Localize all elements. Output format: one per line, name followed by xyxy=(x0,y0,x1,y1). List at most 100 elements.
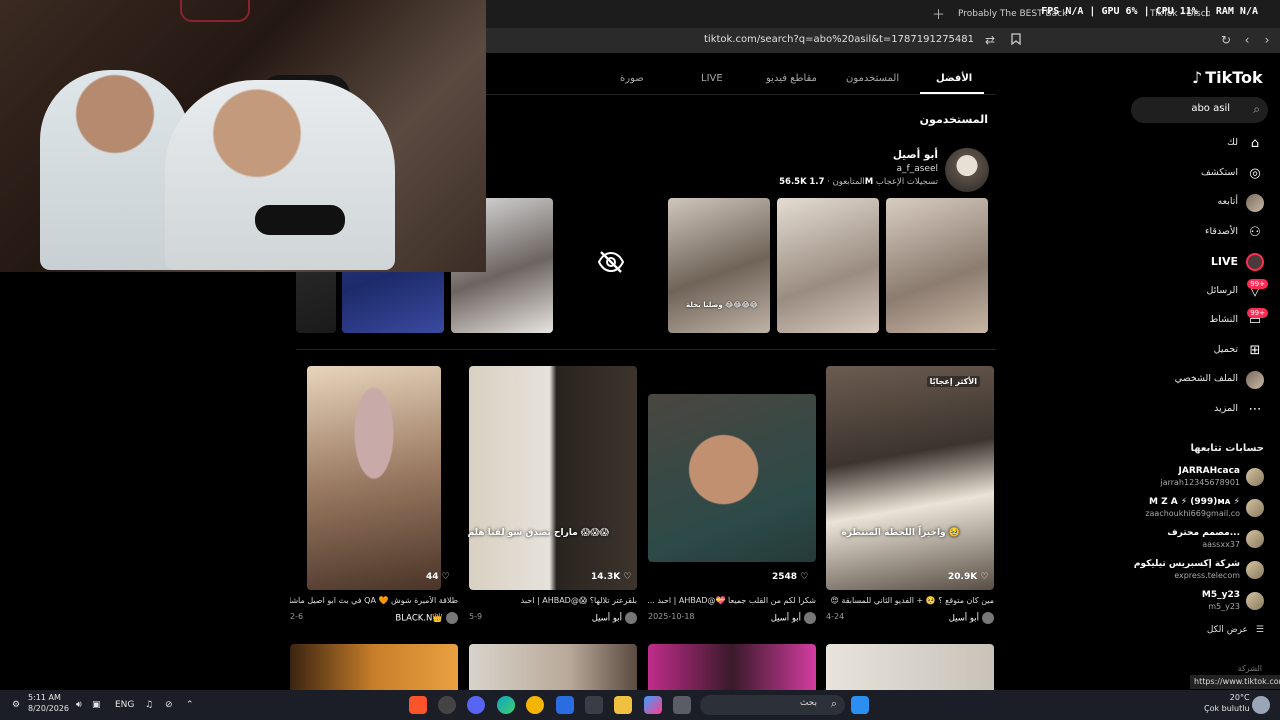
compass-icon: ◎ xyxy=(1249,165,1261,181)
volume-icon[interactable]: 🔊︎ xyxy=(76,696,82,714)
sidebar-item-live[interactable]: LIVE xyxy=(1140,248,1268,278)
video-thumbnail[interactable] xyxy=(469,366,637,590)
brave-icon[interactable] xyxy=(409,696,427,714)
video-thumbnail[interactable] xyxy=(648,644,816,690)
microphone xyxy=(255,205,345,235)
user-thumbnail[interactable] xyxy=(886,198,988,333)
video-thumbnail[interactable] xyxy=(469,644,637,690)
settings-icon[interactable]: ⚙ xyxy=(12,696,20,714)
search-box[interactable]: abo asil ⌕ xyxy=(1131,97,1268,123)
video-author[interactable]: BLACK.N👑 xyxy=(395,612,458,624)
sidebar-item-explore[interactable]: استكشف ◎ xyxy=(1140,160,1268,190)
url-field[interactable]: tiktok.com/search?q=abo%20asil&t=1787191… xyxy=(700,34,974,45)
clock[interactable]: 5:11 AM 8/20/2026 xyxy=(28,692,69,713)
upload-icon: ⊞ xyxy=(1249,342,1261,358)
file-explorer-icon[interactable] xyxy=(614,696,632,714)
see-all-link[interactable]: عرض الكل ☰ xyxy=(1207,625,1264,635)
following-account[interactable]: مصمم محترف... aassxx37 xyxy=(1130,525,1270,556)
mic-icon[interactable]: ♫ xyxy=(145,696,153,714)
sidebar-item-profile[interactable]: الملف الشخصي xyxy=(1140,366,1268,396)
video-thumbnail[interactable] xyxy=(826,644,994,690)
users-section-title: المستخدمون xyxy=(919,113,988,126)
reload-icon[interactable]: ↻ xyxy=(1219,33,1233,47)
sidebar-item-more[interactable]: المزيد ⋯ xyxy=(1140,396,1268,426)
video-author[interactable]: أبو أسيل xyxy=(771,612,816,624)
user-thumbnail[interactable] xyxy=(777,198,879,333)
tab-videos[interactable]: مقاطع فيديو xyxy=(766,73,817,84)
video-author[interactable]: أبو أسيل xyxy=(949,612,994,624)
sidebar-footer[interactable]: الشركة xyxy=(1238,664,1262,673)
wifi-off-icon[interactable]: ⊘ xyxy=(165,696,173,714)
search-icon: ⌕ xyxy=(830,697,837,710)
eye-off-icon[interactable] xyxy=(596,247,626,277)
back-icon[interactable]: ‹ xyxy=(1240,33,1254,47)
forward-icon[interactable]: › xyxy=(1260,33,1274,47)
tab-best[interactable]: الأفضل xyxy=(936,73,972,84)
following-account[interactable]: M5_y23 m5_y23 xyxy=(1130,587,1270,618)
video-meta: أبو أسيل 4-24 xyxy=(826,612,994,626)
steam-icon[interactable] xyxy=(438,696,456,714)
tabs-divider xyxy=(486,94,996,95)
taskbar-search[interactable]: بحث ⌕ xyxy=(700,695,845,715)
calculator-icon[interactable] xyxy=(585,696,603,714)
avatar xyxy=(1246,561,1264,579)
video-overlay-text: ماراح تصدق شو لقنا هلم 😱😱😱 xyxy=(467,528,609,538)
windows-start-icon[interactable] xyxy=(851,696,869,714)
following-accounts-title: حسابات تتابعها xyxy=(1190,443,1264,454)
video-description[interactable]: مين كان متوقع ؟ 🥺 + الفديو الثاني للمساب… xyxy=(826,596,994,605)
tab-users[interactable]: المستخدمون xyxy=(846,73,899,84)
network-icon[interactable]: ▣ xyxy=(92,696,101,714)
video-thumbnail[interactable] xyxy=(826,366,994,590)
like-count: 2548 ♡ xyxy=(772,572,809,582)
sidebar-item-messages[interactable]: الرسائل ▽ 99+ xyxy=(1140,278,1268,308)
user-avatar[interactable] xyxy=(945,148,989,192)
more-icon: ⋯ xyxy=(1248,401,1262,417)
site-settings-icon[interactable]: ⇄ xyxy=(983,33,997,47)
sidebar-item-friends[interactable]: الأصدقاء ⚇ xyxy=(1140,219,1268,249)
video-description[interactable]: طلاقة الأميرة شوش 🧡 QA في بث ابو اصيل ما… xyxy=(290,596,458,605)
video-description[interactable]: شكراً لكم من القلب جميعاً 💝@AHBAD | احبد… xyxy=(648,596,816,605)
following-account[interactable]: M Z A ⚡ (999)ᴍᴀ ⚡ zaachoukhi669gmail.co xyxy=(1130,494,1270,525)
sidebar-item-following[interactable]: أتابعه xyxy=(1140,189,1268,219)
user-name[interactable]: أبو أصيل xyxy=(893,149,938,161)
search-icon[interactable]: ⌕ xyxy=(1253,102,1260,117)
video-meta: أبو أسيل 2025-10-18 xyxy=(648,612,816,626)
weather-widget[interactable]: 20°C Çok bulutlu xyxy=(1204,692,1250,713)
chrome-icon[interactable] xyxy=(526,696,544,714)
following-account[interactable]: JARRAHcaca jarrah12345678901 xyxy=(1130,463,1270,494)
sidebar-item-activity[interactable]: النشاط ▭ 99+ xyxy=(1140,307,1268,337)
video-thumbnail[interactable] xyxy=(290,644,458,690)
list-icon: ☰ xyxy=(1255,625,1264,635)
app-icon[interactable] xyxy=(644,696,662,714)
tab-live[interactable]: LIVE xyxy=(701,73,723,84)
language-indicator[interactable]: ENG xyxy=(115,696,134,714)
tiktok-logo[interactable]: ♪ TikTok xyxy=(1192,68,1263,87)
discord-icon[interactable] xyxy=(467,696,485,714)
most-liked-badge: الأكثر إعجابًا xyxy=(926,376,980,387)
video-thumbnail[interactable] xyxy=(307,366,441,590)
status-bar-url: https://www.tiktok.com xyxy=(1190,675,1280,689)
tab-photo[interactable]: صورة xyxy=(620,73,644,84)
search-input[interactable]: abo asil xyxy=(1191,103,1230,114)
new-tab-button[interactable]: ＋ xyxy=(932,4,945,23)
video-overlay-text: واخيراً اللحظة المنتظرة 🥹 xyxy=(841,528,960,538)
video-date: 5-9 xyxy=(469,612,483,621)
mail-icon[interactable] xyxy=(556,696,574,714)
sidebar-item-for-you[interactable]: لك ⌂ xyxy=(1140,130,1268,160)
following-account[interactable]: شركة إكسبريس تيليكوم express.telecom xyxy=(1130,556,1270,587)
video-meta: أبو أسيل 5-9 xyxy=(469,612,637,626)
task-view-icon[interactable] xyxy=(673,696,691,714)
avatar xyxy=(1246,499,1264,517)
video-author[interactable]: أبو أسيل xyxy=(592,612,637,624)
video-thumbnail[interactable] xyxy=(648,394,816,562)
video-description[interactable]: بلقرعتر تلالها؟ 😱@AHBAD | احبد xyxy=(469,596,637,605)
following-list: JARRAHcaca jarrah12345678901 M Z A ⚡ (99… xyxy=(1130,463,1270,618)
bookmark-icon[interactable] xyxy=(1009,33,1023,47)
user-thumbnail[interactable]: وصلنا بخلة 😂😂😂😂 xyxy=(668,198,770,333)
edge-icon[interactable] xyxy=(497,696,515,714)
sidebar-nav: لك ⌂ استكشف ◎ أتابعه الأصدقاء ⚇ LIVE الر… xyxy=(1140,130,1268,425)
like-count: 20.9K ♡ xyxy=(948,572,989,582)
tray-chevron-icon[interactable]: ⌃ xyxy=(186,696,194,714)
sidebar-item-upload[interactable]: تحميل ⊞ xyxy=(1140,337,1268,367)
windows-taskbar: ⚙ 5:11 AM 8/20/2026 🔊︎ ▣ ENG ♫ ⊘ ⌃ بحث ⌕… xyxy=(0,690,1280,720)
